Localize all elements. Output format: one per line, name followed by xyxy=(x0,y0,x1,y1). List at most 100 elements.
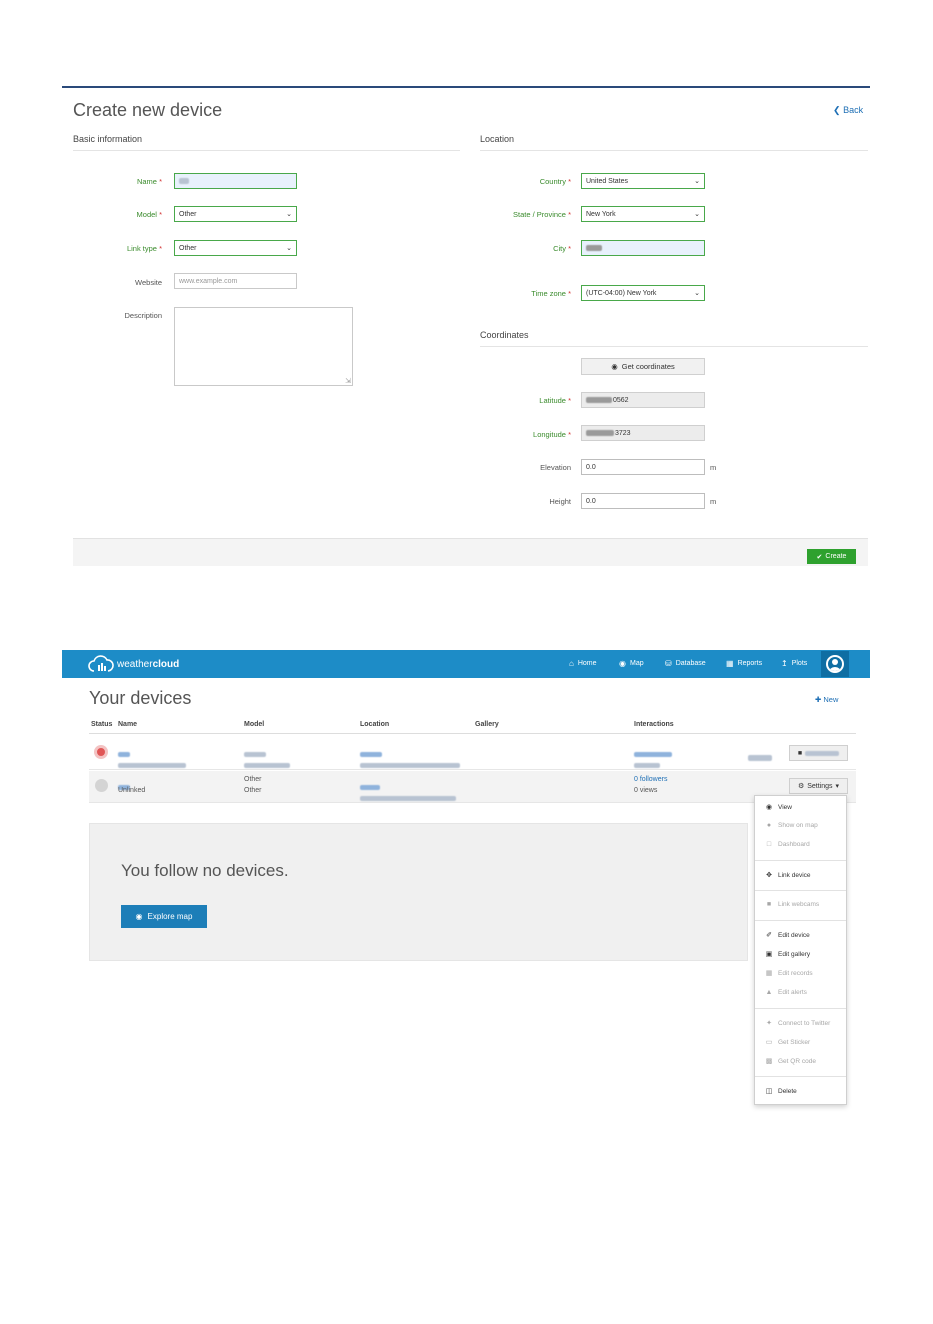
table-row xyxy=(89,738,856,770)
status-online-icon xyxy=(94,745,108,759)
wrench-icon: ✐ xyxy=(766,932,772,939)
nav-home[interactable]: ⌂ Home xyxy=(569,659,597,668)
longitude-field[interactable]: 3723 xyxy=(581,425,705,441)
model-select[interactable]: Other ⌄ xyxy=(174,206,297,222)
row1-settings-button[interactable]: ■ xyxy=(789,745,848,761)
brand-logo[interactable]: weathercloud xyxy=(88,655,179,673)
menu-item-edit-alerts[interactable]: ▲ Edit alerts xyxy=(765,989,807,996)
avatar-icon xyxy=(826,655,844,673)
get-coordinates-label: Get coordinates xyxy=(621,362,675,371)
check-icon: ✔ xyxy=(816,553,823,561)
menu-item-connect-twitter[interactable]: ✦ Connect to Twitter xyxy=(765,1019,830,1028)
menu-item-link-webcams[interactable]: ■ Link webcams xyxy=(765,901,819,908)
menu-item-edit-device[interactable]: ✐ Edit device xyxy=(765,931,810,940)
description-textarea[interactable]: ⇲ xyxy=(174,307,353,386)
explore-map-button[interactable]: ◉ Explore map xyxy=(121,905,207,928)
header-gallery: Gallery xyxy=(475,721,499,728)
link-type-select[interactable]: Other ⌄ xyxy=(174,240,297,256)
nav-map[interactable]: ◉ Map xyxy=(619,659,644,668)
table-row xyxy=(89,771,856,803)
menu-item-get-sticker[interactable]: ▭ Get Sticker xyxy=(765,1038,810,1047)
menu-item-edit-gallery[interactable]: ▣ Edit gallery xyxy=(765,950,810,959)
link-type-label: Link type * xyxy=(126,244,162,253)
location-heading: Location xyxy=(480,134,515,144)
image-icon: ▣ xyxy=(765,951,773,958)
elevation-unit: m xyxy=(710,463,717,472)
menu-item-view[interactable]: ◉ View xyxy=(765,803,792,812)
bell-icon: ▲ xyxy=(765,989,773,996)
header-name: Name xyxy=(118,721,138,728)
no-followed-devices-text: You follow no devices. xyxy=(121,861,289,880)
state-select[interactable]: New York ⌄ xyxy=(581,206,705,222)
website-label: Website xyxy=(135,278,162,287)
timezone-select[interactable]: (UTC-04:00) New York ⌄ xyxy=(581,285,705,301)
latitude-field[interactable]: 0562 xyxy=(581,392,705,408)
longitude-label: Longitude * xyxy=(533,430,571,439)
form-footer xyxy=(73,538,868,566)
create-button[interactable]: ✔ Create xyxy=(807,549,856,564)
cloud-logo-icon xyxy=(88,655,114,672)
get-coordinates-button[interactable]: ◉ Get coordinates xyxy=(581,358,705,375)
country-select[interactable]: United States ⌄ xyxy=(581,173,705,189)
name-label: Name * xyxy=(136,177,162,186)
state-label: State / Province * xyxy=(513,210,571,219)
globe-icon: ◉ xyxy=(135,912,143,921)
menu-item-link-device[interactable]: ✥ Link device xyxy=(765,871,810,880)
nav-database[interactable]: ⛁ Database xyxy=(665,659,706,668)
section-divider xyxy=(480,346,868,347)
eye-icon: ◉ xyxy=(765,804,773,811)
menu-item-edit-records[interactable]: ▦ Edit records xyxy=(765,969,813,978)
header-divider xyxy=(89,733,856,734)
status-offline-icon xyxy=(95,779,108,792)
section-divider xyxy=(73,150,460,151)
home-icon: ⌂ xyxy=(569,659,574,668)
back-label: Back xyxy=(843,105,864,115)
chevron-down-icon: ⌄ xyxy=(694,178,700,185)
user-menu[interactable] xyxy=(821,651,849,677)
menu-item-delete[interactable]: ◫ Delete xyxy=(765,1087,797,1096)
devices-title: Your devices xyxy=(89,688,192,708)
menu-divider xyxy=(755,1008,846,1009)
chevron-down-icon: ⌄ xyxy=(694,290,700,297)
plus-icon: ✚ xyxy=(815,695,822,704)
website-field[interactable]: www.example.com xyxy=(174,273,297,289)
link-icon: ✥ xyxy=(766,872,772,879)
new-device-link[interactable]: ✚ New xyxy=(815,695,838,704)
chevron-down-icon: ⌄ xyxy=(694,211,700,218)
height-unit: m xyxy=(710,497,717,506)
menu-divider xyxy=(755,860,846,861)
menu-divider xyxy=(755,1076,846,1077)
back-link[interactable]: ❮ Back xyxy=(833,105,863,116)
name-field[interactable] xyxy=(174,173,297,189)
city-label: City * xyxy=(553,244,571,253)
height-field[interactable]: 0.0 xyxy=(581,493,705,509)
calendar-icon: ▦ xyxy=(765,970,773,977)
menu-item-show-on-map[interactable]: ● Show on map xyxy=(765,822,818,829)
followers-link[interactable]: 0 followers xyxy=(634,776,667,783)
menu-item-dashboard[interactable]: □ Dashboard xyxy=(765,841,810,848)
globe-icon: ◉ xyxy=(619,659,626,668)
settings-icon: ■ xyxy=(797,749,803,757)
settings-dropdown-button[interactable]: ⚙ Settings ▾ xyxy=(789,778,848,794)
create-label: Create xyxy=(825,553,847,560)
timezone-label: Time zone * xyxy=(531,289,571,298)
qr-code-icon: ▩ xyxy=(765,1058,773,1065)
caret-down-icon: ▾ xyxy=(835,783,840,790)
monitor-icon: □ xyxy=(766,841,772,848)
latitude-label: Latitude * xyxy=(539,396,571,405)
nav-plots[interactable]: ↥ Plots xyxy=(781,659,807,668)
menu-item-get-qr[interactable]: ▩ Get QR code xyxy=(765,1057,816,1066)
top-divider xyxy=(62,86,870,88)
model-sub-text: Other xyxy=(244,787,262,794)
resize-grip-icon[interactable]: ⇲ xyxy=(345,377,351,385)
followed-devices-panel xyxy=(89,823,748,961)
nav-reports[interactable]: ▦ Reports xyxy=(726,659,762,668)
chevron-down-icon: ⌄ xyxy=(286,211,292,218)
basic-info-heading: Basic information xyxy=(73,134,143,144)
chevron-left-icon: ❮ xyxy=(833,105,841,115)
header-interactions: Interactions xyxy=(634,721,674,728)
city-field[interactable] xyxy=(581,240,705,256)
elevation-field[interactable]: 0.0 xyxy=(581,459,705,475)
menu-divider xyxy=(755,890,846,891)
header-location: Location xyxy=(360,721,390,728)
